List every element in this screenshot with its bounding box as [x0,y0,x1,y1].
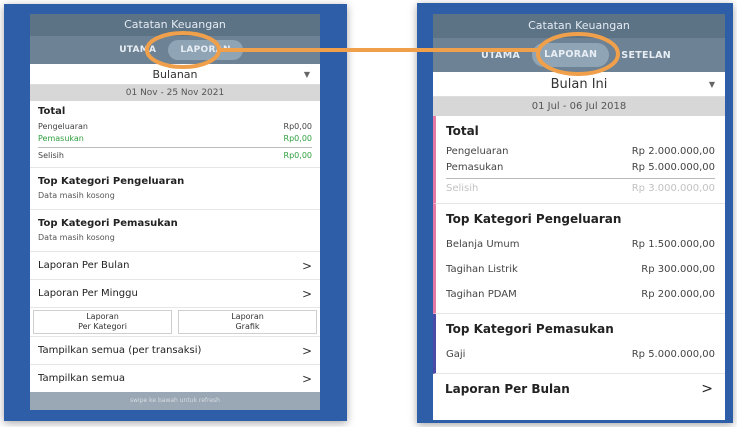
chevron-right-icon: > [301,258,312,273]
report-buttons: Laporan Per Kategori Laporan Grafik [30,308,320,337]
period-dropdown[interactable]: Bulanan ▼ [30,64,320,85]
button-line: Per Kategori [78,322,127,331]
row-label: Pemasukan [38,134,84,143]
row-value: Rp 3.000.000,00 [631,183,715,194]
category-row: Tagihan PDAM Rp 200.000,00 [446,282,715,307]
tab-laporan[interactable]: LAPORAN [168,40,243,60]
row-label: Pemasukan [446,162,504,173]
tampilkan-semua-row[interactable]: Tampilkan semua > [30,365,320,393]
row-value: Rp0,00 [283,151,312,160]
tab-bar: UTAMA LAPORAN SETELAN [433,38,725,72]
total-heading: Total [446,124,479,138]
total-section: Total Pengeluaran Rp 2.000.000,00 Pemasu… [433,116,725,204]
total-section: Total Pengeluaran Rp0,00 Pemasukan Rp0,0… [30,101,320,168]
row-label: Selisih [446,183,479,194]
divider [446,178,715,179]
laporan-grafik-button[interactable]: Laporan Grafik [178,310,317,334]
button-line: Laporan [86,312,119,321]
row-value: Rp 1.500.000,00 [631,239,715,250]
row-value: Rp 5.000.000,00 [631,349,715,360]
total-row-pengeluaran: Pengeluaran Rp 2.000.000,00 [446,144,715,160]
date-range: 01 Jul - 06 Jul 2018 [433,97,725,116]
caret-down-icon: ▼ [708,79,715,89]
tampilkan-per-transaksi-row[interactable]: Tampilkan semua (per transaksi) > [30,337,320,365]
row-label: Belanja Umum [446,239,520,250]
section-heading: Top Kategori Pengeluaran [446,212,622,226]
laporan-per-bulan-row[interactable]: Laporan Per Bulan > [30,252,320,280]
empty-message: Data masih kosong [38,233,115,242]
row-label: Laporan Per Bulan [38,260,130,271]
left-screenshot-frame: Catatan Keuangan UTAMA LAPORAN Bulanan ▼… [4,4,347,421]
laporan-per-minggu-row[interactable]: Laporan Per Minggu > [30,280,320,308]
row-value: Rp0,00 [283,134,312,143]
total-row-pemasukan: Pemasukan Rp0,00 [38,133,312,145]
tab-setelan[interactable]: SETELAN [609,50,683,61]
top-pengeluaran-section: Top Kategori Pengeluaran Belanja Umum Rp… [433,204,725,314]
top-pemasukan-section: Top Kategori Pemasukan Gaji Rp 5.000.000… [433,314,725,374]
total-row-selisih: Selisih Rp 3.000.000,00 [446,181,715,197]
row-label: Tagihan PDAM [446,289,517,300]
chevron-right-icon: > [301,371,312,386]
category-row: Gaji Rp 5.000.000,00 [446,342,715,367]
row-label: Gaji [446,349,466,360]
row-label: Selisih [38,151,64,160]
row-label: Pengeluaran [446,146,509,157]
app-title: Catatan Keuangan [433,14,725,38]
tab-laporan[interactable]: LAPORAN [532,43,610,67]
tab-bar: UTAMA LAPORAN [30,36,320,64]
row-label: Tagihan Listrik [446,264,518,275]
section-heading: Top Kategori Pemasukan [38,218,178,229]
section-heading: Top Kategori Pemasukan [446,322,614,336]
laporan-per-bulan-row[interactable]: Laporan Per Bulan > [433,374,725,404]
refresh-hint: swipe ke bawah untuk refresh [30,392,320,410]
total-heading: Total [38,106,66,117]
total-row-pengeluaran: Pengeluaran Rp0,00 [38,121,312,133]
row-label: Pengeluaran [38,122,88,131]
total-row-pemasukan: Pemasukan Rp 5.000.000,00 [446,160,715,176]
section-heading: Top Kategori Pengeluaran [38,176,185,187]
empty-message: Data masih kosong [38,191,115,200]
tab-utama[interactable]: UTAMA [469,50,532,61]
row-label: Laporan Per Minggu [38,288,138,299]
total-row-selisih: Selisih Rp0,00 [38,150,312,162]
row-value: Rp 300.000,00 [641,264,715,275]
row-value: Rp 5.000.000,00 [631,162,715,173]
row-value: Rp0,00 [283,122,312,131]
left-app-screen: Catatan Keuangan UTAMA LAPORAN Bulanan ▼… [30,14,320,410]
laporan-per-kategori-button[interactable]: Laporan Per Kategori [33,310,172,334]
category-row: Tagihan Listrik Rp 300.000,00 [446,257,715,282]
divider [38,147,312,148]
row-value: Rp 200.000,00 [641,289,715,300]
period-dropdown-value: Bulan Ini [550,76,608,92]
app-title: Catatan Keuangan [30,14,320,36]
row-label: Tampilkan semua [38,373,126,384]
button-line: Laporan [231,312,264,321]
chevron-right-icon: > [301,343,312,358]
row-value: Rp 2.000.000,00 [631,146,715,157]
top-pemasukan-section: Top Kategori Pemasukan Data masih kosong [30,210,320,252]
right-app-screen: Catatan Keuangan UTAMA LAPORAN SETELAN B… [433,14,725,420]
right-screenshot-frame: Catatan Keuangan UTAMA LAPORAN SETELAN B… [417,3,733,423]
chevron-right-icon: > [701,381,713,397]
chevron-right-icon: > [301,286,312,301]
button-line: Grafik [235,322,260,331]
top-pengeluaran-section: Top Kategori Pengeluaran Data masih koso… [30,168,320,210]
period-dropdown[interactable]: Bulan Ini ▼ [433,72,725,97]
category-row: Belanja Umum Rp 1.500.000,00 [446,232,715,257]
row-label: Laporan Per Bulan [445,382,570,396]
caret-down-icon: ▼ [303,69,310,79]
date-range: 01 Nov - 25 Nov 2021 [30,85,320,101]
row-label: Tampilkan semua (per transaksi) [38,345,202,356]
tab-utama[interactable]: UTAMA [107,45,168,55]
period-dropdown-value: Bulanan [152,67,198,81]
